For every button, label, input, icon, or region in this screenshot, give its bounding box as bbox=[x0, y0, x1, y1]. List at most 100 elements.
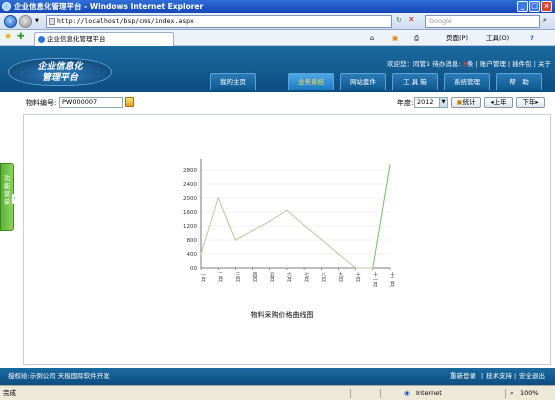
data-point bbox=[303, 224, 305, 227]
favorites-bar: ★ ✚ 企业信息化管理平台 ⌂ ▣ ⎙ 页面(P) 工具(O) ? bbox=[0, 30, 555, 46]
x-tick-group: 十一月 bbox=[372, 271, 378, 288]
y-tick-label: 2400 bbox=[183, 182, 197, 188]
search-input[interactable]: Google bbox=[425, 15, 540, 28]
globe-icon: ◉ bbox=[404, 389, 410, 397]
series-segment bbox=[320, 238, 339, 255]
logo-line-2: 管理平台 bbox=[41, 73, 78, 83]
year-select[interactable]: 2012 ▼ bbox=[414, 97, 448, 108]
support-link[interactable]: 技术支持 bbox=[486, 368, 512, 385]
help-icon[interactable]: ? bbox=[530, 33, 534, 43]
x-tick-label: 八月 bbox=[320, 272, 326, 283]
next-label: 下年 bbox=[522, 98, 536, 106]
todo-unit: 条 bbox=[467, 60, 474, 68]
home-icon[interactable]: ⌂ bbox=[370, 33, 374, 43]
data-point bbox=[286, 209, 288, 212]
function-menu-tab[interactable]: 功能菜单 › bbox=[0, 163, 17, 231]
code-label: 物料编号: bbox=[26, 99, 57, 107]
app-footer: 授权给:示例公司 天极国际软件开发 重新登录 | 技术支持 | 安全退出 bbox=[0, 368, 555, 385]
data-point bbox=[337, 253, 340, 255]
stats-label: 统计 bbox=[462, 98, 476, 106]
stats-button[interactable]: ▣统计 bbox=[451, 97, 481, 108]
refresh-icon[interactable]: ↻ bbox=[396, 16, 402, 24]
zoom-level[interactable]: 100% bbox=[520, 386, 539, 400]
chevron-down-icon: ▼ bbox=[439, 98, 447, 107]
data-point bbox=[217, 197, 219, 199]
feeds-icon[interactable]: ▣ bbox=[392, 33, 398, 43]
x-tick-label: 四月 bbox=[252, 272, 258, 283]
todo-label: 待办消息: bbox=[432, 60, 461, 68]
data-point bbox=[389, 163, 391, 166]
year-label: 年度: bbox=[397, 99, 414, 107]
logo-line-1: 企业信息化 bbox=[37, 62, 83, 72]
y-tick-label: 00 bbox=[190, 266, 197, 272]
x-tick-label: 七月 bbox=[303, 271, 309, 283]
welcome-label: 欢迎您： bbox=[386, 60, 413, 68]
account-link[interactable]: 账户管理 bbox=[480, 60, 506, 68]
y-tick-label: 400 bbox=[187, 252, 198, 258]
app-header: 企业信息化 管理平台 欢迎您：同管1 待办消息: 3条 | 账户管理 | 插件包… bbox=[0, 46, 555, 92]
x-tick-label: 十二月 bbox=[389, 271, 395, 288]
back-button[interactable]: ‹ bbox=[4, 15, 17, 28]
plugin-link[interactable]: 插件包 bbox=[512, 60, 532, 68]
maximize-button[interactable]: □ bbox=[529, 1, 540, 12]
function-menu-label: 功能菜单 bbox=[3, 174, 11, 206]
chart-title: 物料采购价格曲线图 bbox=[251, 310, 314, 319]
stop-icon[interactable]: ✕ bbox=[408, 15, 415, 24]
forward-button[interactable]: › bbox=[19, 15, 32, 28]
browser-statusbar: 完成 ◉ Internet ⌕ 100% bbox=[0, 385, 555, 400]
about-link[interactable]: 关于 bbox=[538, 60, 551, 68]
x-tick-group: 十二月 bbox=[389, 271, 395, 288]
x-tick-label: 六月 bbox=[286, 271, 292, 283]
series-segment bbox=[303, 224, 322, 240]
price-line-chart: 00 400 800 1200 1600 2000 2400 2800 一月 二月 三月 四月 五月六… bbox=[183, 159, 395, 319]
prev-year-button[interactable]: ◂上年 bbox=[484, 97, 513, 108]
x-tick-label: 一月 bbox=[200, 272, 206, 283]
x-tick-group: 二月 bbox=[217, 272, 223, 283]
favorites-star-icon[interactable]: ★ bbox=[4, 32, 12, 42]
x-tick-label: 九月 bbox=[337, 271, 343, 283]
x-tick-group: 四月 bbox=[252, 272, 258, 283]
nav-website[interactable]: 网站套件 bbox=[340, 73, 386, 90]
nav-help[interactable]: 帮 助 bbox=[496, 73, 542, 90]
y-tick-label: 1200 bbox=[183, 224, 197, 230]
nav-business[interactable]: 业务系统 bbox=[288, 73, 334, 90]
zone-text: Internet bbox=[416, 389, 442, 397]
y-tick-label: 800 bbox=[187, 238, 198, 244]
data-point bbox=[251, 229, 254, 232]
material-code-input[interactable]: PW000007 bbox=[59, 97, 123, 108]
page-icon bbox=[49, 18, 55, 25]
y-tick-labels: 00 400 800 1200 1600 2000 2400 2800 bbox=[183, 168, 197, 272]
next-year-button[interactable]: 下年▸ bbox=[516, 97, 545, 108]
nav-system[interactable]: 系统管理 bbox=[444, 73, 490, 90]
lookup-icon[interactable] bbox=[125, 97, 134, 107]
logout-link[interactable]: 安全退出 bbox=[519, 368, 545, 385]
x-tick-group: 八月 bbox=[320, 272, 326, 283]
prev-label: 上年 bbox=[493, 98, 507, 106]
page-menu[interactable]: 页面(P) bbox=[446, 33, 468, 43]
tools-menu[interactable]: 工具(O) bbox=[486, 33, 509, 43]
nav-home[interactable]: 我的主页 bbox=[210, 73, 256, 90]
nav-toolbox[interactable]: 工 具 箱 bbox=[392, 73, 438, 90]
address-bar: ‹ › ▼ http://localhost/bsp/cms/index.asp… bbox=[0, 13, 555, 30]
add-favorite-icon[interactable]: ✚ bbox=[17, 32, 25, 42]
y-tick-label: 2800 bbox=[183, 168, 197, 174]
relogin-link[interactable]: 重新登录 bbox=[450, 368, 476, 385]
x-tick-group: 九月 bbox=[337, 271, 343, 283]
zoom-icon: ⌕ bbox=[510, 389, 514, 397]
url-field[interactable]: http://localhost/bsp/cms/index.aspx bbox=[46, 15, 392, 28]
x-tick-group: 六月 bbox=[286, 271, 292, 283]
minimize-button[interactable]: _ bbox=[517, 1, 528, 12]
print-icon[interactable]: ⎙ bbox=[414, 33, 419, 43]
chart-panel: 00 400 800 1200 1600 2000 2400 2800 一月 二月 三月 四月 五月六… bbox=[23, 114, 551, 365]
x-tick-label: 五月 bbox=[269, 272, 275, 283]
series-segment bbox=[235, 230, 253, 241]
x-tick-label: 十月 bbox=[355, 271, 361, 283]
close-window-button[interactable]: × bbox=[541, 1, 552, 12]
window-title: 企业信息化管理平台 - Windows Internet Explorer bbox=[14, 2, 204, 11]
app-logo: 企业信息化 管理平台 bbox=[8, 58, 112, 86]
search-icon[interactable]: ⌕ bbox=[543, 16, 547, 25]
browser-tab[interactable]: 企业信息化管理平台 bbox=[34, 32, 174, 46]
x-tick-label: 三月 bbox=[234, 272, 240, 283]
data-point bbox=[372, 267, 374, 269]
history-dropdown-icon[interactable]: ▼ bbox=[35, 18, 39, 24]
